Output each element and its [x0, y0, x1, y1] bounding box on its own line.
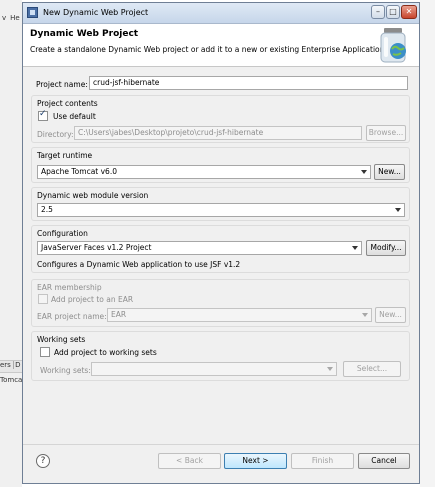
chevron-down-icon [362, 313, 368, 317]
web-project-jar-globe-icon [380, 28, 406, 63]
back-button[interactable]: < Back [158, 453, 221, 469]
next-button[interactable]: Next > [224, 453, 287, 469]
ide-background-left [0, 0, 22, 487]
ear-project-name-value: EAR [111, 310, 127, 319]
web-module-version-title: Dynamic web module version [37, 191, 149, 200]
wizard-page-description: Create a standalone Dynamic Web project … [30, 45, 387, 54]
eclipse-window-icon [27, 7, 38, 18]
dialog-titlebar[interactable]: New Dynamic Web Project – □ ✕ [23, 3, 419, 24]
working-sets-select[interactable] [91, 362, 337, 376]
configuration-title: Configuration [37, 229, 88, 238]
project-name-input[interactable]: crud-jsf-hibernate [89, 76, 408, 90]
web-module-version-value: 2.5 [41, 205, 53, 214]
cancel-button[interactable]: Cancel [358, 453, 410, 469]
modify-configuration-button[interactable]: Modify... [366, 240, 406, 256]
minimize-button[interactable]: – [371, 5, 385, 19]
directory-input[interactable]: C:\Users\jabes\Desktop\projeto\crud-jsf-… [74, 126, 362, 140]
new-dynamic-web-project-dialog: New Dynamic Web Project – □ ✕ Dynamic We… [22, 2, 420, 484]
configuration-description: Configures a Dynamic Web application to … [37, 260, 241, 269]
ear-project-name-select[interactable]: EAR [107, 308, 372, 322]
new-runtime-button[interactable]: New... [374, 164, 405, 180]
add-to-working-sets-label: Add project to working sets [54, 348, 157, 357]
project-name-label: Project name: [36, 80, 88, 89]
ide-menu-item[interactable]: He [10, 14, 20, 22]
target-runtime-select[interactable]: Apache Tomcat v6.0 [37, 165, 371, 179]
ide-tab-servers[interactable]: ers [0, 361, 11, 369]
working-sets-title: Working sets [37, 335, 86, 344]
new-ear-button[interactable]: New... [375, 307, 406, 323]
add-to-ear-checkbox[interactable] [38, 294, 48, 304]
target-runtime-title: Target runtime [37, 151, 93, 160]
web-module-version-select[interactable]: 2.5 [37, 203, 405, 217]
finish-button[interactable]: Finish [291, 453, 354, 469]
configuration-select[interactable]: JavaServer Faces v1.2 Project [37, 241, 362, 255]
ide-menu-item[interactable]: v [2, 14, 6, 22]
use-default-label: Use default [53, 112, 96, 121]
ide-menubar-fragment: v He [2, 14, 24, 26]
ear-project-name-label: EAR project name: [37, 312, 107, 321]
add-to-working-sets-checkbox[interactable] [40, 347, 50, 357]
ide-server-entry-fragment: Tomcat [0, 376, 22, 384]
ide-view-tabs-fragment: ers D [0, 360, 22, 373]
chevron-down-icon [327, 367, 333, 371]
project-contents-title: Project contents [37, 99, 98, 108]
working-sets-label: Working sets: [40, 366, 91, 375]
ide-background-right [420, 0, 435, 487]
close-button[interactable]: ✕ [401, 5, 417, 19]
chevron-down-icon [352, 246, 358, 250]
help-icon[interactable]: ? [36, 454, 50, 468]
add-to-ear-label: Add project to an EAR [51, 295, 134, 304]
directory-label: Directory: [37, 130, 74, 139]
ide-tab-other[interactable]: D [13, 361, 21, 369]
select-working-sets-button[interactable]: Select... [343, 361, 401, 377]
browse-button[interactable]: Browse... [366, 125, 406, 141]
ear-membership-title: EAR membership [37, 283, 102, 292]
target-runtime-value: Apache Tomcat v6.0 [41, 167, 117, 176]
use-default-checkbox[interactable] [38, 109, 48, 121]
chevron-down-icon [395, 208, 401, 212]
footer-separator [23, 444, 419, 445]
wizard-page-title: Dynamic Web Project [30, 29, 139, 39]
dialog-title: New Dynamic Web Project [43, 8, 149, 17]
configuration-value: JavaServer Faces v1.2 Project [41, 243, 152, 252]
wizard-banner: Dynamic Web Project Create a standalone … [23, 24, 419, 67]
chevron-down-icon [361, 170, 367, 174]
maximize-button[interactable]: □ [386, 5, 400, 19]
